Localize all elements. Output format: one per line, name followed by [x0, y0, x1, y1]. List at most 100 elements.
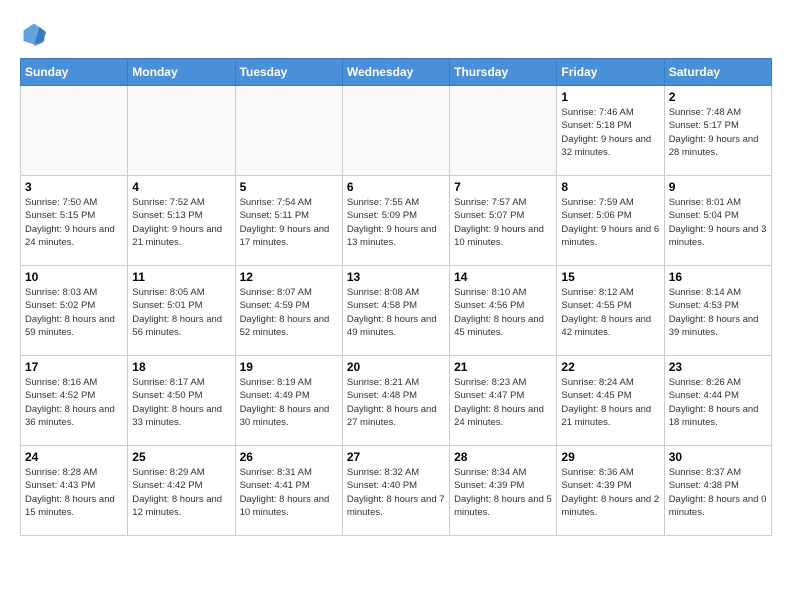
cell-info: Sunrise: 8:19 AM Sunset: 4:49 PM Dayligh…	[240, 376, 338, 429]
calendar-cell: 25 Sunrise: 8:29 AM Sunset: 4:42 PM Dayli…	[128, 446, 235, 536]
calendar-cell: 8 Sunrise: 7:59 AM Sunset: 5:06 PM Daylig…	[557, 176, 664, 266]
calendar-table: SundayMondayTuesdayWednesdayThursdayFrid…	[20, 58, 772, 536]
day-number: 8	[561, 180, 659, 194]
day-number: 21	[454, 360, 552, 374]
cell-info: Sunrise: 8:24 AM Sunset: 4:45 PM Dayligh…	[561, 376, 659, 429]
calendar-cell: 9 Sunrise: 8:01 AM Sunset: 5:04 PM Daylig…	[664, 176, 771, 266]
day-number: 10	[25, 270, 123, 284]
day-header: Wednesday	[342, 59, 449, 86]
day-number: 28	[454, 450, 552, 464]
day-number: 3	[25, 180, 123, 194]
day-number: 14	[454, 270, 552, 284]
cell-info: Sunrise: 8:10 AM Sunset: 4:56 PM Dayligh…	[454, 286, 552, 339]
day-header: Saturday	[664, 59, 771, 86]
cell-info: Sunrise: 7:59 AM Sunset: 5:06 PM Dayligh…	[561, 196, 659, 249]
cell-info: Sunrise: 8:32 AM Sunset: 4:40 PM Dayligh…	[347, 466, 445, 519]
cell-info: Sunrise: 8:05 AM Sunset: 5:01 PM Dayligh…	[132, 286, 230, 339]
cell-info: Sunrise: 7:50 AM Sunset: 5:15 PM Dayligh…	[25, 196, 123, 249]
day-number: 29	[561, 450, 659, 464]
calendar-cell	[235, 86, 342, 176]
calendar-week-row: 17 Sunrise: 8:16 AM Sunset: 4:52 PM Dayli…	[21, 356, 772, 446]
day-number: 20	[347, 360, 445, 374]
calendar-cell: 14 Sunrise: 8:10 AM Sunset: 4:56 PM Dayli…	[450, 266, 557, 356]
cell-info: Sunrise: 8:16 AM Sunset: 4:52 PM Dayligh…	[25, 376, 123, 429]
logo	[20, 20, 52, 48]
day-number: 18	[132, 360, 230, 374]
calendar-week-row: 10 Sunrise: 8:03 AM Sunset: 5:02 PM Dayli…	[21, 266, 772, 356]
day-number: 7	[454, 180, 552, 194]
calendar-cell: 6Sunrise: 7:55 AM Sunset: 5:09 PM Daylig…	[342, 176, 449, 266]
cell-info: Sunrise: 8:12 AM Sunset: 4:55 PM Dayligh…	[561, 286, 659, 339]
cell-info: Sunrise: 8:08 AM Sunset: 4:58 PM Dayligh…	[347, 286, 445, 339]
calendar-cell: 16 Sunrise: 8:14 AM Sunset: 4:53 PM Dayli…	[664, 266, 771, 356]
calendar-cell: 27 Sunrise: 8:32 AM Sunset: 4:40 PM Dayli…	[342, 446, 449, 536]
cell-info: Sunrise: 8:31 AM Sunset: 4:41 PM Dayligh…	[240, 466, 338, 519]
day-number: 23	[669, 360, 767, 374]
cell-info: Sunrise: 8:21 AM Sunset: 4:48 PM Dayligh…	[347, 376, 445, 429]
calendar-cell	[450, 86, 557, 176]
cell-info: Sunrise: 8:17 AM Sunset: 4:50 PM Dayligh…	[132, 376, 230, 429]
calendar-cell: 28Sunrise: 8:34 AM Sunset: 4:39 PM Dayli…	[450, 446, 557, 536]
cell-info: Sunrise: 8:23 AM Sunset: 4:47 PM Dayligh…	[454, 376, 552, 429]
calendar-cell: 20 Sunrise: 8:21 AM Sunset: 4:48 PM Dayli…	[342, 356, 449, 446]
cell-info: Sunrise: 7:57 AM Sunset: 5:07 PM Dayligh…	[454, 196, 552, 249]
day-number: 30	[669, 450, 767, 464]
day-number: 16	[669, 270, 767, 284]
day-header: Tuesday	[235, 59, 342, 86]
day-number: 1	[561, 90, 659, 104]
calendar-cell	[128, 86, 235, 176]
cell-info: Sunrise: 7:48 AM Sunset: 5:17 PM Dayligh…	[669, 106, 767, 159]
day-header: Friday	[557, 59, 664, 86]
calendar-cell: 13 Sunrise: 8:08 AM Sunset: 4:58 PM Dayli…	[342, 266, 449, 356]
calendar-cell: 7 Sunrise: 7:57 AM Sunset: 5:07 PM Daylig…	[450, 176, 557, 266]
day-number: 26	[240, 450, 338, 464]
cell-info: Sunrise: 7:54 AM Sunset: 5:11 PM Dayligh…	[240, 196, 338, 249]
calendar-cell: 12Sunrise: 8:07 AM Sunset: 4:59 PM Dayli…	[235, 266, 342, 356]
calendar-cell	[342, 86, 449, 176]
calendar-cell: 29 Sunrise: 8:36 AM Sunset: 4:39 PM Dayli…	[557, 446, 664, 536]
calendar-cell: 18 Sunrise: 8:17 AM Sunset: 4:50 PM Dayli…	[128, 356, 235, 446]
calendar-cell: 21 Sunrise: 8:23 AM Sunset: 4:47 PM Dayli…	[450, 356, 557, 446]
calendar-header-row: SundayMondayTuesdayWednesdayThursdayFrid…	[21, 59, 772, 86]
day-number: 17	[25, 360, 123, 374]
day-number: 9	[669, 180, 767, 194]
day-header: Sunday	[21, 59, 128, 86]
page-header	[20, 20, 772, 48]
logo-icon	[20, 20, 48, 48]
cell-info: Sunrise: 8:14 AM Sunset: 4:53 PM Dayligh…	[669, 286, 767, 339]
calendar-cell: 22 Sunrise: 8:24 AM Sunset: 4:45 PM Dayli…	[557, 356, 664, 446]
calendar-cell: 19Sunrise: 8:19 AM Sunset: 4:49 PM Dayli…	[235, 356, 342, 446]
calendar-cell: 10 Sunrise: 8:03 AM Sunset: 5:02 PM Dayli…	[21, 266, 128, 356]
cell-info: Sunrise: 8:36 AM Sunset: 4:39 PM Dayligh…	[561, 466, 659, 519]
day-header: Monday	[128, 59, 235, 86]
day-header: Thursday	[450, 59, 557, 86]
cell-info: Sunrise: 7:52 AM Sunset: 5:13 PM Dayligh…	[132, 196, 230, 249]
cell-info: Sunrise: 8:01 AM Sunset: 5:04 PM Dayligh…	[669, 196, 767, 249]
cell-info: Sunrise: 8:28 AM Sunset: 4:43 PM Dayligh…	[25, 466, 123, 519]
calendar-cell: 5 Sunrise: 7:54 AM Sunset: 5:11 PM Daylig…	[235, 176, 342, 266]
day-number: 4	[132, 180, 230, 194]
calendar-cell	[21, 86, 128, 176]
calendar-cell: 3 Sunrise: 7:50 AM Sunset: 5:15 PM Daylig…	[21, 176, 128, 266]
calendar-cell: 1 Sunrise: 7:46 AM Sunset: 5:18 PM Daylig…	[557, 86, 664, 176]
day-number: 15	[561, 270, 659, 284]
day-number: 27	[347, 450, 445, 464]
day-number: 25	[132, 450, 230, 464]
cell-info: Sunrise: 7:55 AM Sunset: 5:09 PM Dayligh…	[347, 196, 445, 249]
calendar-cell: 4 Sunrise: 7:52 AM Sunset: 5:13 PM Daylig…	[128, 176, 235, 266]
day-number: 11	[132, 270, 230, 284]
cell-info: Sunrise: 8:26 AM Sunset: 4:44 PM Dayligh…	[669, 376, 767, 429]
day-number: 24	[25, 450, 123, 464]
day-number: 22	[561, 360, 659, 374]
calendar-cell: 30Sunrise: 8:37 AM Sunset: 4:38 PM Dayli…	[664, 446, 771, 536]
cell-info: Sunrise: 7:46 AM Sunset: 5:18 PM Dayligh…	[561, 106, 659, 159]
day-number: 5	[240, 180, 338, 194]
cell-info: Sunrise: 8:03 AM Sunset: 5:02 PM Dayligh…	[25, 286, 123, 339]
calendar-cell: 11 Sunrise: 8:05 AM Sunset: 5:01 PM Dayli…	[128, 266, 235, 356]
calendar-cell: 23 Sunrise: 8:26 AM Sunset: 4:44 PM Dayli…	[664, 356, 771, 446]
day-number: 13	[347, 270, 445, 284]
cell-info: Sunrise: 8:29 AM Sunset: 4:42 PM Dayligh…	[132, 466, 230, 519]
calendar-cell: 24 Sunrise: 8:28 AM Sunset: 4:43 PM Dayli…	[21, 446, 128, 536]
calendar-cell: 26 Sunrise: 8:31 AM Sunset: 4:41 PM Dayli…	[235, 446, 342, 536]
calendar-week-row: 3 Sunrise: 7:50 AM Sunset: 5:15 PM Daylig…	[21, 176, 772, 266]
